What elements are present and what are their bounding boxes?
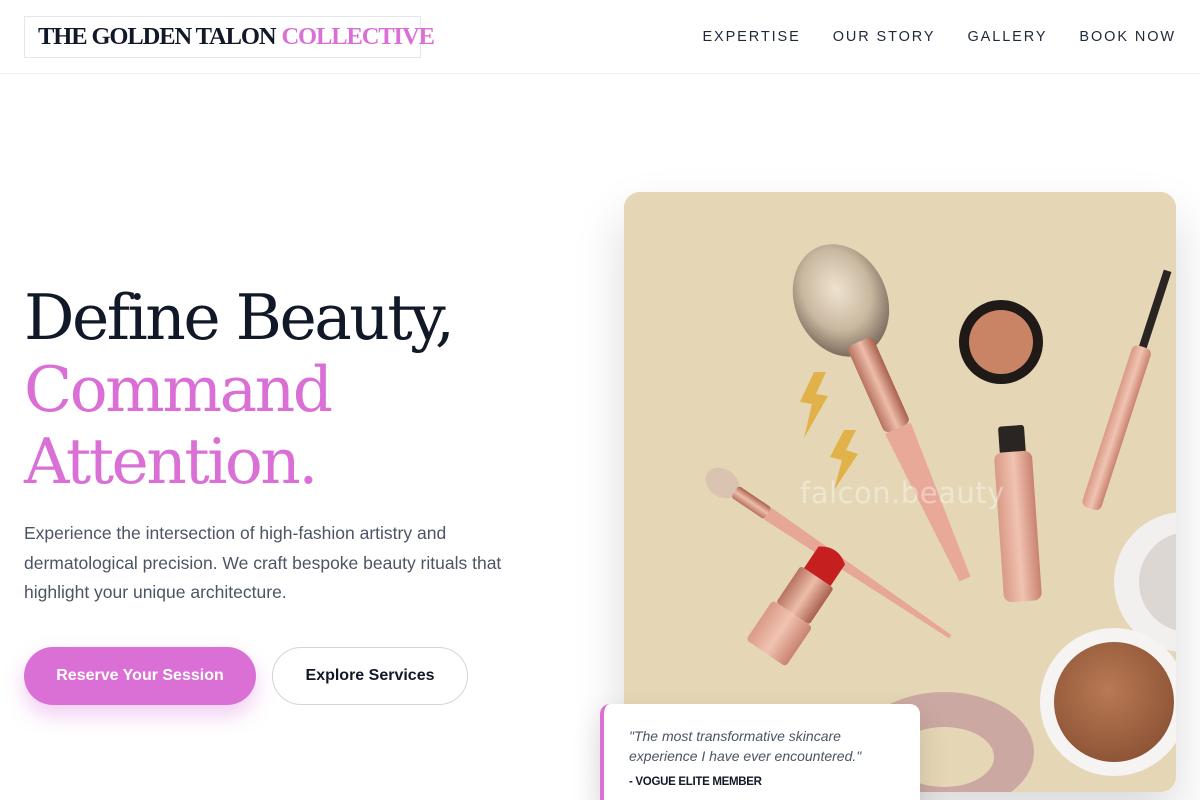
- site-header: THE GOLDEN TALON COLLECTIVE EXPERTISE OU…: [0, 0, 1200, 74]
- nav-item-expertise[interactable]: EXPERTISE: [702, 29, 800, 45]
- main-nav: EXPERTISE OUR STORY GALLERY BOOK NOW: [670, 0, 1176, 74]
- headline-line-3: Attention.: [24, 425, 318, 498]
- hero-image: falcon.beauty: [624, 192, 1176, 792]
- image-watermark: falcon.beauty: [800, 476, 1005, 510]
- headline-line-2: Command: [24, 353, 333, 426]
- testimonial-quote: "The most transformative skincare experi…: [629, 728, 862, 764]
- nav-item-our-story[interactable]: OUR STORY: [833, 29, 936, 45]
- explore-services-button[interactable]: Explore Services: [272, 647, 468, 705]
- hero-description: Experience the intersection of high-fash…: [24, 523, 502, 602]
- nav-item-gallery[interactable]: GALLERY: [967, 29, 1047, 45]
- testimonial-card: "The most transformative skincare experi…: [600, 704, 920, 800]
- hero-headline: Define Beauty, Command Attention.: [24, 282, 584, 498]
- testimonial-author: - VOGUE ELITE MEMBER: [629, 776, 762, 788]
- brand-name-primary: THE GOLDEN TALON: [38, 23, 277, 50]
- brand-name-accent: COLLECTIVE: [281, 23, 434, 50]
- nav-item-book-now[interactable]: BOOK NOW: [1079, 29, 1176, 45]
- headline-line-1: Define Beauty,: [24, 281, 455, 354]
- reserve-session-button[interactable]: Reserve Your Session: [24, 647, 256, 705]
- brand-logo[interactable]: THE GOLDEN TALON COLLECTIVE: [24, 16, 435, 58]
